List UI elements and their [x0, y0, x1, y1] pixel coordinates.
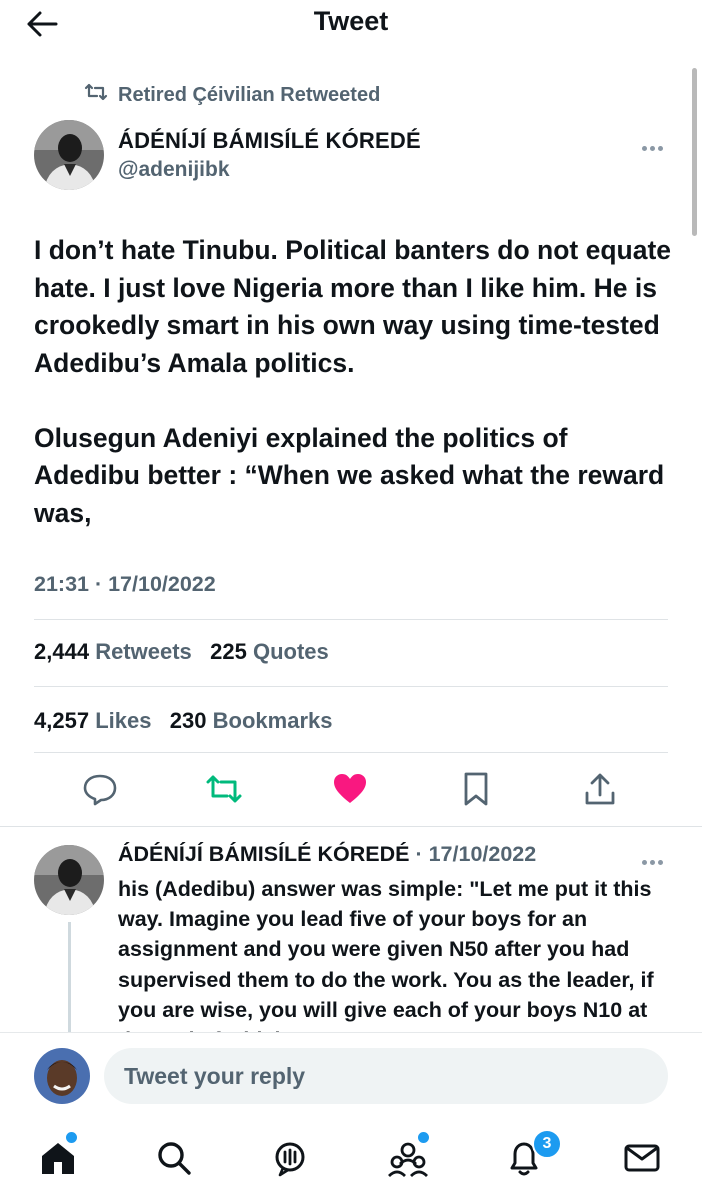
messages-icon[interactable] [620, 1136, 664, 1180]
retweet-context-label: Retired Çéivilian Retweeted [118, 83, 381, 106]
divider [34, 752, 668, 753]
quotes-count: 225 [210, 639, 247, 664]
likes-bookmarks-stats[interactable]: 4,257 Likes 230 Bookmarks [34, 708, 332, 734]
author-handle[interactable]: @adenijibk [118, 158, 230, 182]
reply-input[interactable]: Tweet your reply [104, 1048, 668, 1104]
more-options-icon[interactable] [642, 138, 668, 151]
bookmarks-label[interactable]: Bookmarks [213, 708, 333, 733]
reply-author-avatar[interactable] [34, 845, 104, 915]
search-icon[interactable] [152, 1136, 196, 1180]
like-icon[interactable] [330, 769, 370, 809]
reply-author-name[interactable]: ÁDÉNÍJÍ BÁMISÍLÉ KÓREDÉ [118, 842, 409, 866]
author-name[interactable]: ÁDÉNÍJÍ BÁMISÍLÉ KÓREDÉ [118, 128, 421, 154]
author-avatar[interactable] [34, 120, 104, 190]
retweet-small-icon [84, 82, 108, 108]
retweet-quote-stats[interactable]: 2,444 Retweets 225 Quotes [34, 639, 329, 665]
thread-line [68, 922, 71, 1032]
quotes-label[interactable]: Quotes [253, 639, 329, 664]
likes-count: 4,257 [34, 708, 90, 733]
divider [34, 686, 668, 687]
bookmarks-count: 230 [169, 708, 207, 733]
divider [34, 619, 668, 620]
reply-date: · 17/10/2022 [415, 842, 537, 866]
share-icon[interactable] [580, 769, 620, 809]
bookmark-icon[interactable] [456, 769, 496, 809]
reply-icon[interactable] [80, 769, 120, 809]
likes-label[interactable]: Likes [95, 708, 151, 733]
page-title: Tweet [313, 6, 389, 36]
retweets-count: 2,444 [34, 639, 90, 664]
spaces-icon[interactable] [268, 1136, 312, 1180]
retweet-context[interactable]: Retired Çéivilian Retweeted [84, 82, 380, 108]
tweet-text: I don’t hate Tinubu. Political banters d… [34, 235, 672, 528]
reply-header[interactable]: ÁDÉNÍJÍ BÁMISÍLÉ KÓREDÉ · 17/10/2022 [118, 842, 536, 867]
home-notification-dot [64, 1130, 79, 1145]
reply-text: his (Adedibu) answer was simple: "Let me… [118, 877, 654, 1032]
notifications-badge: 3 [532, 1129, 562, 1159]
bottom-tab-bar [0, 1120, 702, 1200]
communities-notification-dot [416, 1130, 431, 1145]
tweet-timestamp: 21:31 · 17/10/2022 [34, 572, 216, 596]
scrollbar[interactable] [692, 68, 697, 236]
current-user-avatar[interactable] [34, 1048, 90, 1104]
retweet-icon[interactable] [204, 769, 244, 809]
reply-more-options-icon[interactable] [642, 852, 668, 865]
retweets-label[interactable]: Retweets [95, 639, 192, 664]
divider [0, 826, 702, 827]
